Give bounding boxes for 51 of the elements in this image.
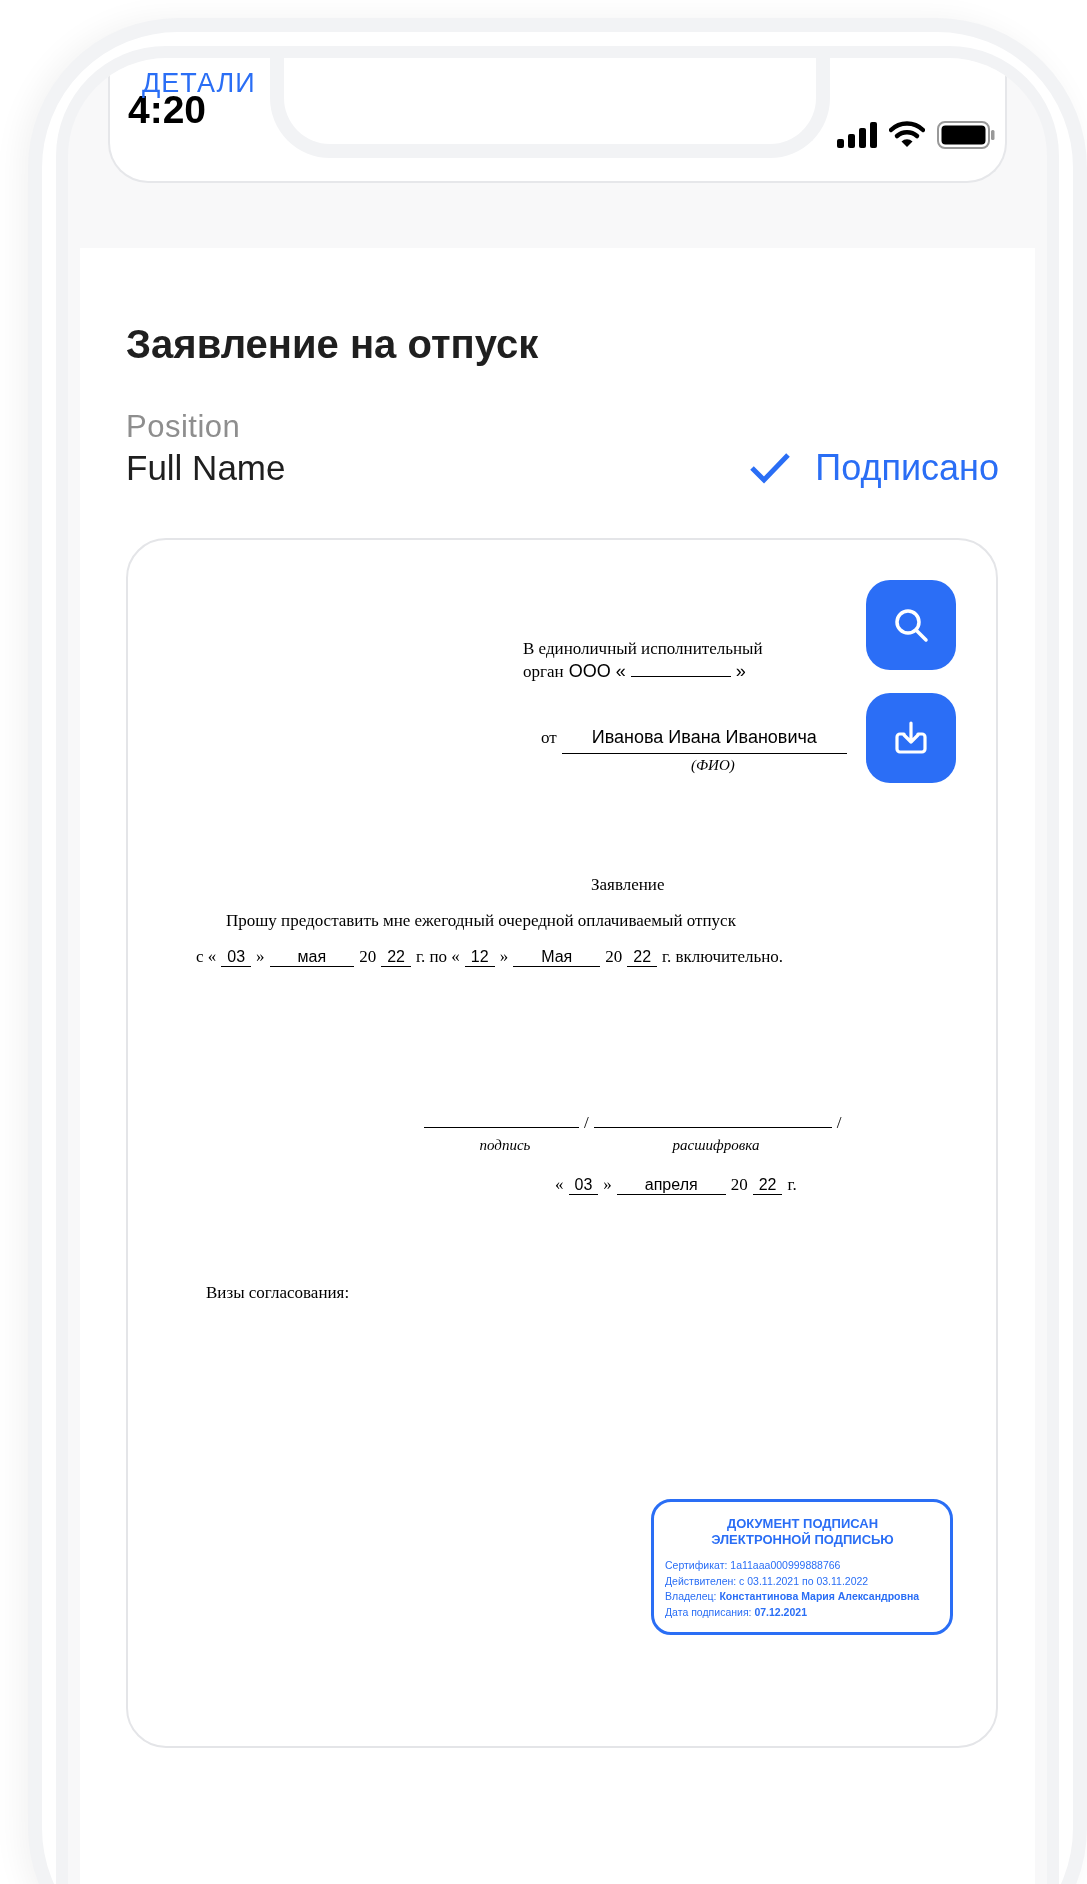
document-text: г. включительно.	[662, 946, 784, 968]
document-paragraph: Прошу предоставить мне ежегодный очередной оплачиваемый отпуск	[226, 910, 737, 932]
document-text: от	[541, 727, 557, 749]
filled-value: апреля	[616, 1176, 726, 1195]
document-text: орган	[523, 661, 564, 683]
filled-value: 22	[752, 1176, 783, 1195]
battery-icon	[937, 120, 995, 149]
field-caption: (ФИО)	[691, 756, 735, 775]
download-button[interactable]	[866, 693, 956, 783]
document-text: 20	[359, 946, 377, 968]
signer-name: Full Name	[126, 447, 286, 489]
filled-value: 03	[568, 1176, 599, 1195]
document-text: «	[555, 1174, 564, 1196]
document-text: »	[603, 1174, 612, 1196]
page-title: Заявление на отпуск	[126, 321, 540, 368]
filled-value: 22	[627, 948, 658, 967]
signature-caption: расшифровка	[671, 1136, 761, 1155]
document-text: »	[256, 946, 265, 968]
document-text: »	[499, 946, 509, 968]
stamp-title: ЭЛЕКТРОННОЙ ПОДПИСЬЮ	[710, 1532, 895, 1548]
document-text: 20	[605, 946, 623, 968]
stamp-detail: Владелец: Константинова Мария Александровна	[665, 1589, 921, 1604]
document-text: 20	[730, 1174, 748, 1196]
document-text: с «	[196, 946, 217, 968]
filled-value: Мая	[513, 948, 601, 967]
stamp-detail: Сертификат: 1a11aaa000999888766	[665, 1558, 842, 1573]
document-text: /	[836, 1112, 842, 1134]
printed-text: ООО «	[568, 660, 626, 682]
document-text: Визы согласования:	[206, 1282, 351, 1304]
stamp-detail: Дата подписания: 07.12.2021	[665, 1604, 808, 1620]
signer-position: Position	[126, 408, 242, 446]
search-button[interactable]	[866, 580, 956, 670]
filled-value: 12	[464, 948, 495, 967]
stamp-detail: Действителен: с 03.11.2021 по 03.11.2022	[665, 1573, 870, 1589]
signed-status: Подписано	[815, 446, 999, 490]
document-heading: Заявление	[591, 874, 666, 896]
stamp-title: ДОКУМЕНТ ПОДПИСАН	[725, 1516, 880, 1532]
document-text: /	[584, 1112, 589, 1134]
printed-text: »	[735, 660, 746, 682]
filled-value: 03	[221, 948, 252, 967]
document-text: г. по «	[415, 946, 460, 968]
filled-value: 22	[381, 948, 411, 967]
document-text: В единоличный исполнительный	[523, 638, 763, 660]
signal-icon	[837, 121, 877, 148]
wifi-icon	[889, 121, 925, 148]
filled-value: мая	[269, 948, 355, 967]
download-icon	[893, 720, 929, 756]
document-text: г.	[787, 1174, 797, 1196]
search-icon	[893, 607, 929, 643]
filled-name: Иванова Ивана Ивановича	[561, 725, 847, 754]
signature-caption: подпись	[478, 1136, 532, 1155]
